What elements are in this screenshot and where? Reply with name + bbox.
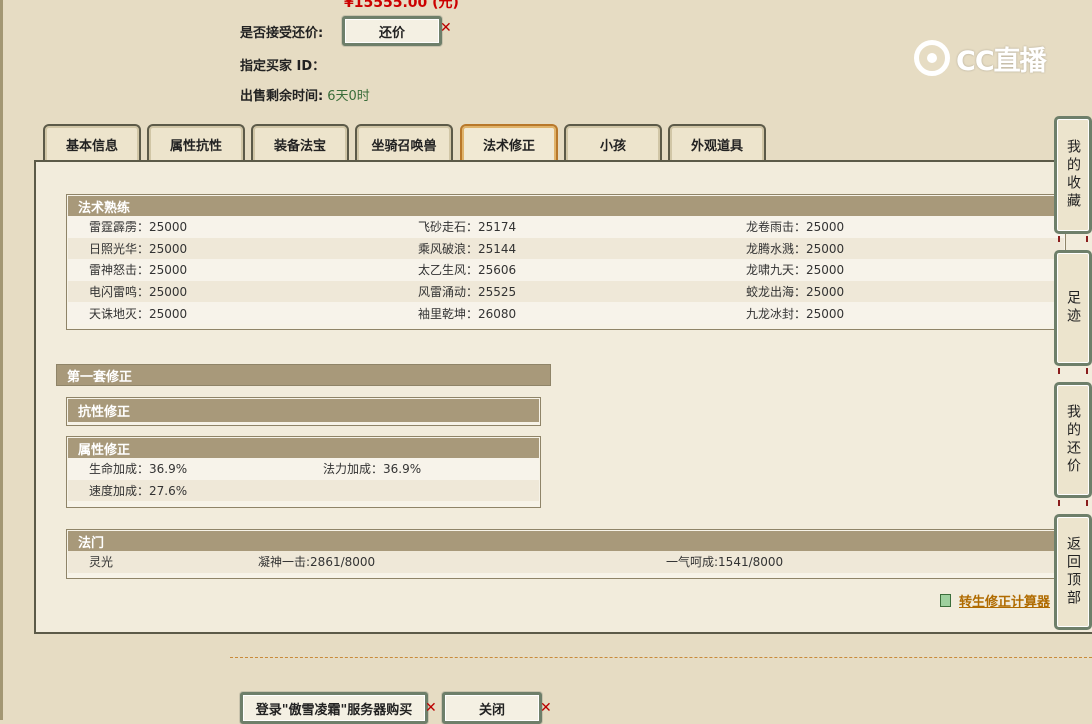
side-nav-history[interactable]: 足迹 [1054,250,1092,366]
spell-cell: 龙啸九天：25000 [746,263,845,278]
resist-correction-title: 抗性修正 [68,399,539,422]
attr-correction-rows: 生命加成：36.9% 法力加成：36.9% 速度加成：27.6% [68,458,539,502]
spell-cell: 太乙生风：25606 [418,263,517,278]
rebirth-calculator-label: 转生修正计算器 [959,595,1051,610]
buyer-id-label: 指定买家 ID： [240,59,326,74]
tab-equipment[interactable]: 装备法宝 [251,124,349,162]
table-row: 日照光华：25000 乘风破浪：25144 龙腾水溅：25000 [68,237,1064,260]
divider [230,657,1092,658]
rebirth-calculator-link[interactable]: 转生修正计算器 [940,591,1050,610]
calculator-icon [940,594,951,607]
spell-cell: 九龙冰封：25000 [746,306,845,321]
attr-correction-section: 属性修正 生命加成：36.9% 法力加成：36.9% 速度加成：27.6% [66,436,541,508]
spell-cell: 日照光华：25000 [89,241,188,256]
side-nav-my-bargains-label: 我的还价 [1065,404,1081,476]
spell-mastery-section: 法术熟练 雷霆霹雳：25000 飞砂走石：25174 龙卷雨击：25000 日照… [66,194,1066,330]
cc-logo-text: CC直播 [956,45,1047,77]
first-set-title: 第一套修正 [56,364,551,386]
cc-logo-icon [914,40,950,76]
sect-section: 法门 灵光 凝神一击:2861/8000 一气呵成:1541/8000 [66,529,1066,579]
sect-title: 法门 [68,531,1064,551]
side-nav-favorites-label: 我的收藏 [1065,139,1081,211]
price-value: ¥15555.00 (元) [344,0,459,11]
spell-cell: 风雷涌动：25525 [418,285,517,300]
accept-bargain-label: 是否接受还价: [240,26,324,41]
remaining-time-label: 出售剩余时间: [240,89,324,104]
table-row: 天诛地灭：25000 袖里乾坤：26080 九龙冰封：25000 [68,302,1064,324]
attr-cell: 法力加成：36.9% [323,462,422,477]
spell-cell: 蛟龙出海：25000 [746,285,845,300]
remaining-time-row: 出售剩余时间: 6天0时 [240,85,370,104]
spell-cell: 雷霆霹雳：25000 [89,220,188,235]
attr-correction-title: 属性修正 [68,438,539,458]
tab-basic-info[interactable]: 基本信息 [43,124,141,162]
attr-cell: 速度加成：27.6% [89,483,188,498]
tab-attributes[interactable]: 属性抗性 [147,124,245,162]
side-nav-separator [1058,236,1088,242]
table-row: 雷神怒击：25000 太乙生风：25606 龙啸九天：25000 [68,259,1064,281]
spell-cell: 雷神怒击：25000 [89,263,188,278]
side-nav-back-to-top-label: 返回顶部 [1065,536,1081,608]
spell-cell: 飞砂走石：25174 [418,220,517,235]
login-button-x-icon: ✕ [425,700,437,716]
sect-cell: 一气呵成:1541/8000 [666,555,784,570]
sect-cell: 灵光 [89,555,114,570]
side-nav-favorites[interactable]: 我的收藏 [1054,116,1092,234]
spell-mastery-title: 法术熟练 [68,196,1064,216]
spell-cell: 天诛地灭：25000 [89,306,188,321]
remaining-time-value: 6天0时 [327,89,370,104]
left-border [0,0,3,720]
table-row: 速度加成：27.6% [68,479,539,502]
login-buy-button[interactable]: 登录"傲雪凌霜"服务器购买 [240,692,428,724]
tab-appearance[interactable]: 外观道具 [668,124,766,162]
table-row: 生命加成：36.9% 法力加成：36.9% [68,458,539,480]
spell-cell: 龙卷雨击：25000 [746,220,845,235]
spell-cell: 电闪雷鸣：25000 [89,285,188,300]
bargain-button-x-icon: ✕ [440,20,452,36]
table-row: 电闪雷鸣：25000 风雷涌动：25525 蛟龙出海：25000 [68,280,1064,303]
cc-live-logo: CC直播 [914,36,1047,80]
side-nav-back-to-top[interactable]: 返回顶部 [1054,514,1092,630]
tab-spell-correction[interactable]: 法术修正 [460,124,558,162]
sect-cell: 凝神一击:2861/8000 [258,555,376,570]
side-nav-history-label: 足迹 [1065,290,1081,326]
close-button[interactable]: 关闭 [442,692,542,724]
side-nav-separator [1058,500,1088,506]
table-row: 灵光 凝神一击:2861/8000 一气呵成:1541/8000 [68,551,1064,573]
attr-cell: 生命加成：36.9% [89,462,188,477]
spell-mastery-rows: 雷霆霹雳：25000 飞砂走石：25174 龙卷雨击：25000 日照光华：25… [68,216,1064,324]
resist-correction-section: 抗性修正 [66,397,541,426]
side-nav-my-bargains[interactable]: 我的还价 [1054,382,1092,498]
tab-mounts-pets[interactable]: 坐骑召唤兽 [355,124,453,162]
bargain-button[interactable]: 还价 [342,16,442,46]
side-nav-separator [1058,368,1088,374]
spell-cell: 袖里乾坤：26080 [418,306,517,321]
spell-cell: 乘风破浪：25144 [418,241,517,256]
spell-cell: 龙腾水溅：25000 [746,241,845,256]
table-row: 雷霆霹雳：25000 飞砂走石：25174 龙卷雨击：25000 [68,216,1064,238]
close-button-x-icon: ✕ [540,700,552,716]
tab-child[interactable]: 小孩 [564,124,662,162]
